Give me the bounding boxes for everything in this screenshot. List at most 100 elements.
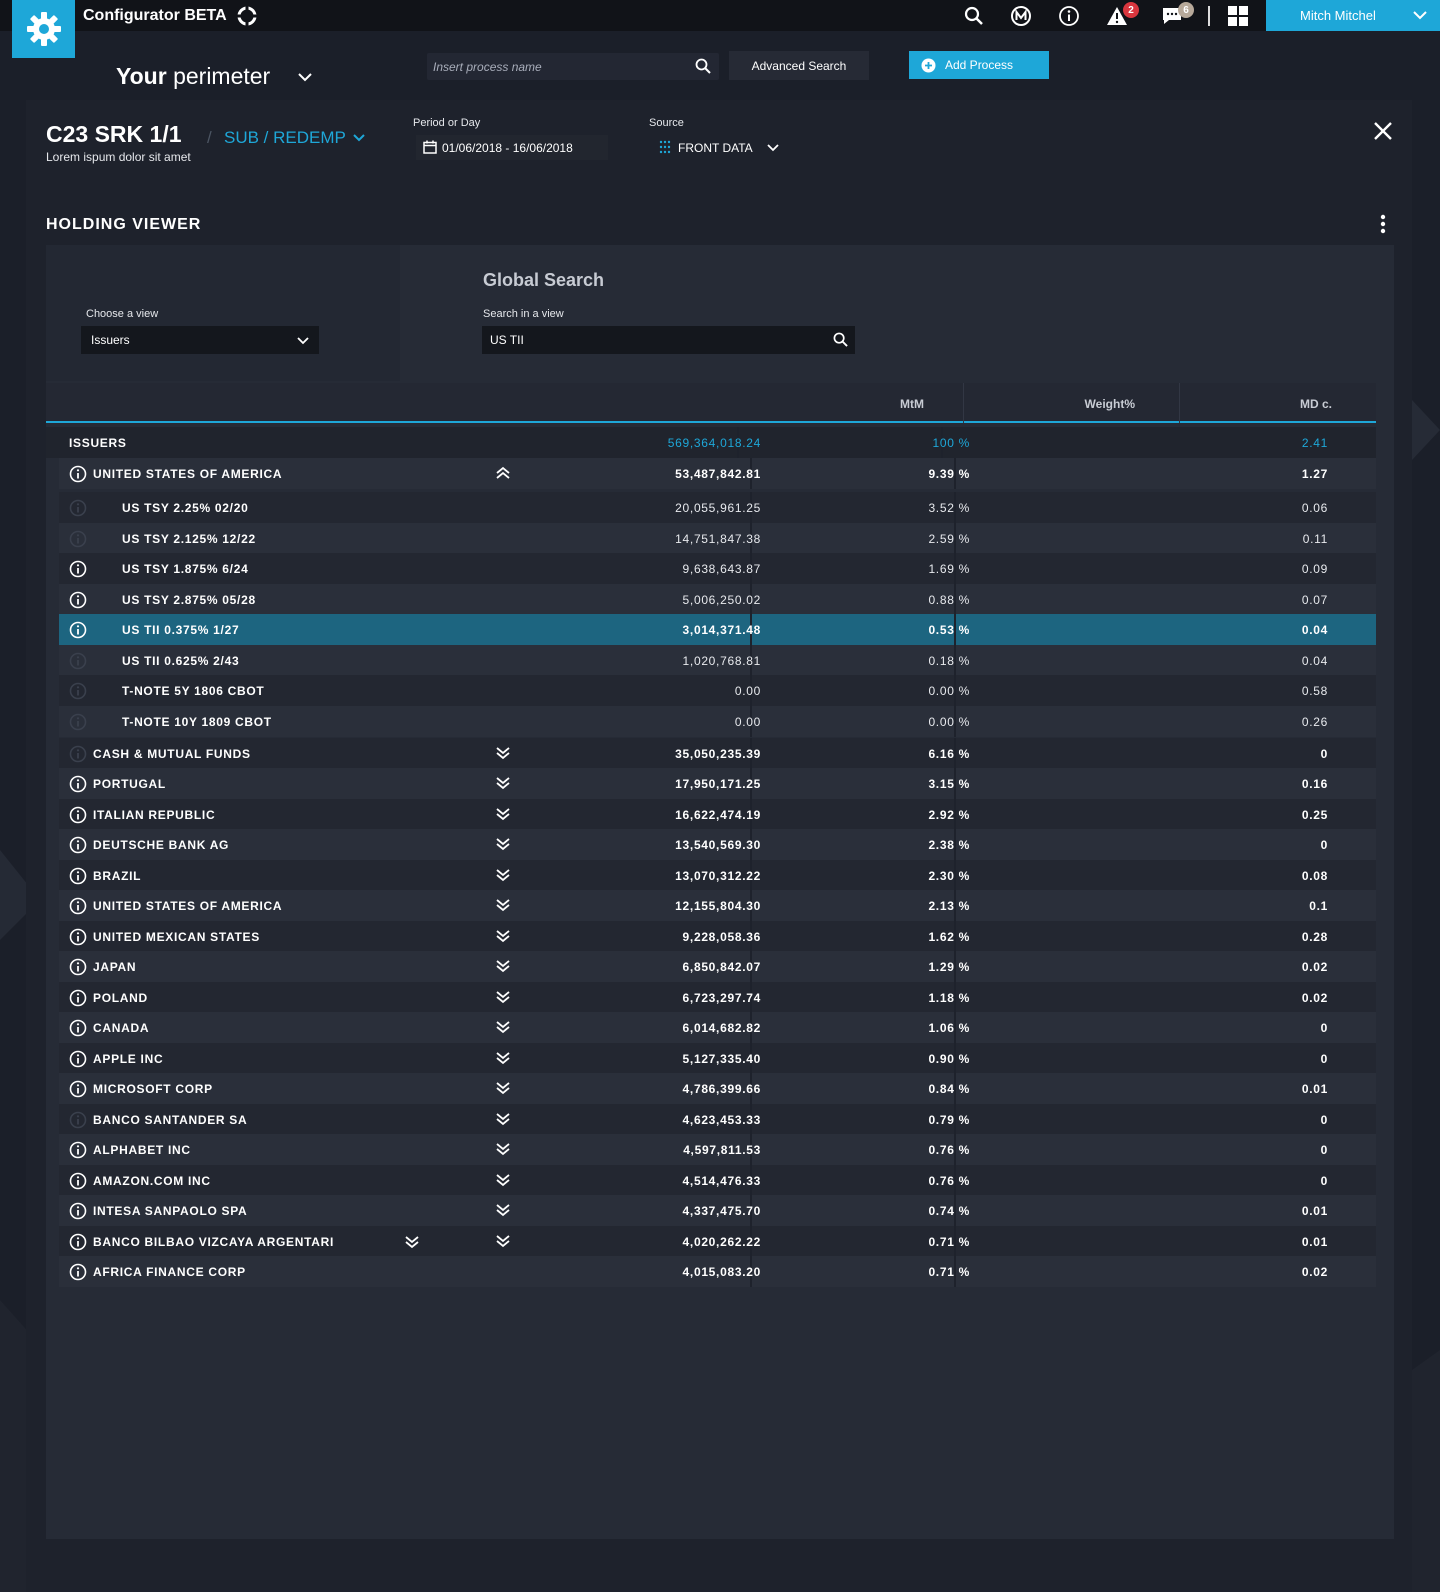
table-row[interactable]: JAPAN 6,850,842.07 1.29 % 0.02 (59, 951, 1376, 982)
more-options-icon[interactable] (1380, 214, 1386, 239)
expand-icon[interactable] (495, 1203, 511, 1220)
add-process-button[interactable]: Add Process (909, 51, 1049, 79)
user-menu[interactable]: Mitch Mitchel (1266, 0, 1440, 31)
expand-icon[interactable] (495, 1051, 511, 1068)
expand-icon[interactable] (495, 990, 511, 1007)
table-row[interactable]: AFRICA FINANCE CORP 4,015,083.20 0.71 % 0.0… (59, 1256, 1376, 1287)
expand-icon[interactable] (495, 898, 511, 915)
info-icon[interactable] (69, 1050, 87, 1071)
info-icon[interactable] (69, 928, 87, 949)
app-logo[interactable] (12, 0, 75, 58)
chevron-down-icon[interactable] (352, 131, 366, 150)
info-icon[interactable] (69, 775, 87, 796)
cell-mtm: 4,623,453.33 (682, 1112, 761, 1127)
close-icon[interactable] (1373, 121, 1393, 146)
table-row[interactable]: CANADA 6,014,682.82 1.06 % 0 (59, 1012, 1376, 1043)
info-icon[interactable] (69, 1019, 87, 1040)
child-row[interactable]: US TII 0.625% 2/43 1,020,768.81 0.18 % 0.04 (59, 644, 1376, 676)
expand-icon[interactable] (495, 807, 511, 824)
table-row[interactable]: BRAZIL 13,070,312.22 2.30 % 0.08 (59, 859, 1376, 891)
info-icon[interactable] (69, 1233, 87, 1254)
child-row[interactable]: T-NOTE 5Y 1806 CBOT 0.00 0.00 % 0.58 (59, 675, 1376, 706)
chat-icon[interactable]: 6 (1160, 2, 1194, 28)
expand-icon[interactable] (495, 929, 511, 946)
add-process-label: Add Process (945, 58, 1014, 72)
view-search[interactable] (482, 326, 855, 354)
info-icon[interactable] (69, 1172, 87, 1193)
info-icon[interactable] (69, 958, 87, 979)
info-icon[interactable] (69, 560, 87, 581)
expand-icon[interactable] (495, 1081, 511, 1098)
perimeter-selector[interactable]: Your perimeter (116, 63, 270, 90)
info-icon[interactable] (69, 897, 87, 918)
table-row[interactable]: CASH & MUTUAL FUNDS 35,050,235.39 6.16 % 0 (59, 737, 1376, 769)
info-icon[interactable] (69, 806, 87, 827)
column-header-weight[interactable]: Weight% (1085, 397, 1135, 411)
info-icon[interactable] (69, 836, 87, 857)
expand-icon[interactable] (495, 1112, 511, 1129)
expand-icon[interactable] (495, 1234, 511, 1251)
child-row[interactable]: US TSY 2.25% 02/20 20,055,961.25 3.52 % 0.0… (59, 492, 1376, 523)
info-icon[interactable] (69, 867, 87, 888)
info-icon[interactable] (69, 591, 87, 612)
expand-icon[interactable] (495, 1173, 511, 1190)
lifebuoy-icon[interactable] (236, 5, 258, 32)
table-row[interactable]: AMAZON.COM INC 4,514,476.33 0.76 % 0 (59, 1164, 1376, 1196)
table-row[interactable]: INTESA SANPAOLO SPA 4,337,475.70 0.74 % 0.0… (59, 1195, 1376, 1226)
view-select[interactable]: Issuers (81, 326, 319, 354)
alert-icon[interactable]: 2 (1105, 2, 1139, 28)
info-icon[interactable] (69, 621, 87, 642)
process-search-input[interactable] (427, 53, 719, 80)
cell-weight: 0.71 % (928, 1234, 970, 1249)
table-row[interactable]: DEUTSCHE BANK AG 13,540,569.30 2.38 % 0 (59, 829, 1376, 860)
collapse-icon[interactable] (495, 466, 511, 483)
m-circle-icon[interactable] (1009, 4, 1033, 28)
child-row[interactable]: US TSY 2.125% 12/22 14,751,847.38 2.59 % 0.… (59, 522, 1376, 554)
expand-icon[interactable] (495, 837, 511, 854)
info-icon[interactable] (1057, 4, 1081, 28)
expand-icon[interactable] (495, 1142, 511, 1159)
advanced-search-button[interactable]: Advanced Search (729, 51, 869, 80)
info-icon[interactable] (69, 1263, 87, 1284)
child-row[interactable]: T-NOTE 10Y 1809 CBOT 0.00 0.00 % 0.26 (59, 705, 1376, 737)
child-row[interactable]: US TSY 2.875% 05/28 5,006,250.02 0.88 % 0.0… (59, 583, 1376, 615)
table-row[interactable]: ITALIAN REPUBLIC 16,622,474.19 2.92 % 0.25 (59, 798, 1376, 830)
info-icon[interactable] (69, 465, 87, 486)
table-row[interactable]: POLAND 6,723,297.74 1.18 % 0.02 (59, 981, 1376, 1013)
table-row[interactable]: PORTUGAL 17,950,171.25 3.15 % 0.16 (59, 768, 1376, 799)
search-icon[interactable] (962, 4, 986, 28)
expand-icon[interactable] (404, 1235, 420, 1252)
chevron-down-icon[interactable] (296, 70, 314, 89)
view-search-input[interactable] (482, 326, 855, 354)
cell-md: 0.08 (1301, 868, 1328, 883)
table-row[interactable]: MICROSOFT CORP 4,786,399.66 0.84 % 0.01 (59, 1073, 1376, 1104)
search-icon[interactable] (833, 332, 848, 352)
info-icon[interactable] (69, 1202, 87, 1223)
table-row[interactable]: UNITED STATES OF AMERICA 12,155,804.30 2.1… (59, 890, 1376, 921)
process-type-selector[interactable]: SUB / REDEMP (224, 128, 346, 148)
table-row[interactable]: UNITED MEXICAN STATES 9,228,058.36 1.62 % 0… (59, 920, 1376, 952)
expand-icon[interactable] (495, 776, 511, 793)
expand-icon[interactable] (495, 746, 511, 763)
info-icon[interactable] (69, 989, 87, 1010)
expand-icon[interactable] (495, 1020, 511, 1037)
child-row[interactable]: US TSY 1.875% 6/24 9,638,643.87 1.69 % 0.09 (59, 553, 1376, 584)
expand-icon[interactable] (495, 959, 511, 976)
table-row[interactable]: UNITED STATES OF AMERICA 53,487,842.81 9.3… (59, 458, 1376, 489)
source-selector[interactable]: FRONT DATA (650, 135, 790, 160)
grid-icon[interactable] (1226, 4, 1250, 28)
info-icon[interactable] (69, 1080, 87, 1101)
table-row[interactable]: APPLE INC 5,127,335.40 0.90 % 0 (59, 1042, 1376, 1074)
table-row[interactable]: BANCO BILBAO VIZCAYA ARGENTARI 4,020,262.… (59, 1225, 1376, 1257)
search-icon[interactable] (695, 58, 711, 79)
table-row[interactable]: ALPHABET INC 4,597,811.53 0.76 % 0 (59, 1134, 1376, 1165)
table-row[interactable]: BANCO SANTANDER SA 4,623,453.33 0.79 % 0 (59, 1103, 1376, 1135)
expand-icon[interactable] (495, 868, 511, 885)
column-header-mtm[interactable]: MtM (900, 397, 924, 411)
total-row[interactable]: ISSUERS 569,364,018.24 100 % 2.41 (46, 427, 1376, 458)
child-row[interactable]: US TII 0.375% 1/27 3,014,371.48 0.53 % 0.04 (59, 614, 1376, 645)
process-search[interactable] (427, 53, 719, 80)
period-picker[interactable]: 01/06/2018 - 16/06/2018 (416, 135, 608, 160)
info-icon[interactable] (69, 1141, 87, 1162)
column-header-md[interactable]: MD c. (1300, 397, 1332, 411)
